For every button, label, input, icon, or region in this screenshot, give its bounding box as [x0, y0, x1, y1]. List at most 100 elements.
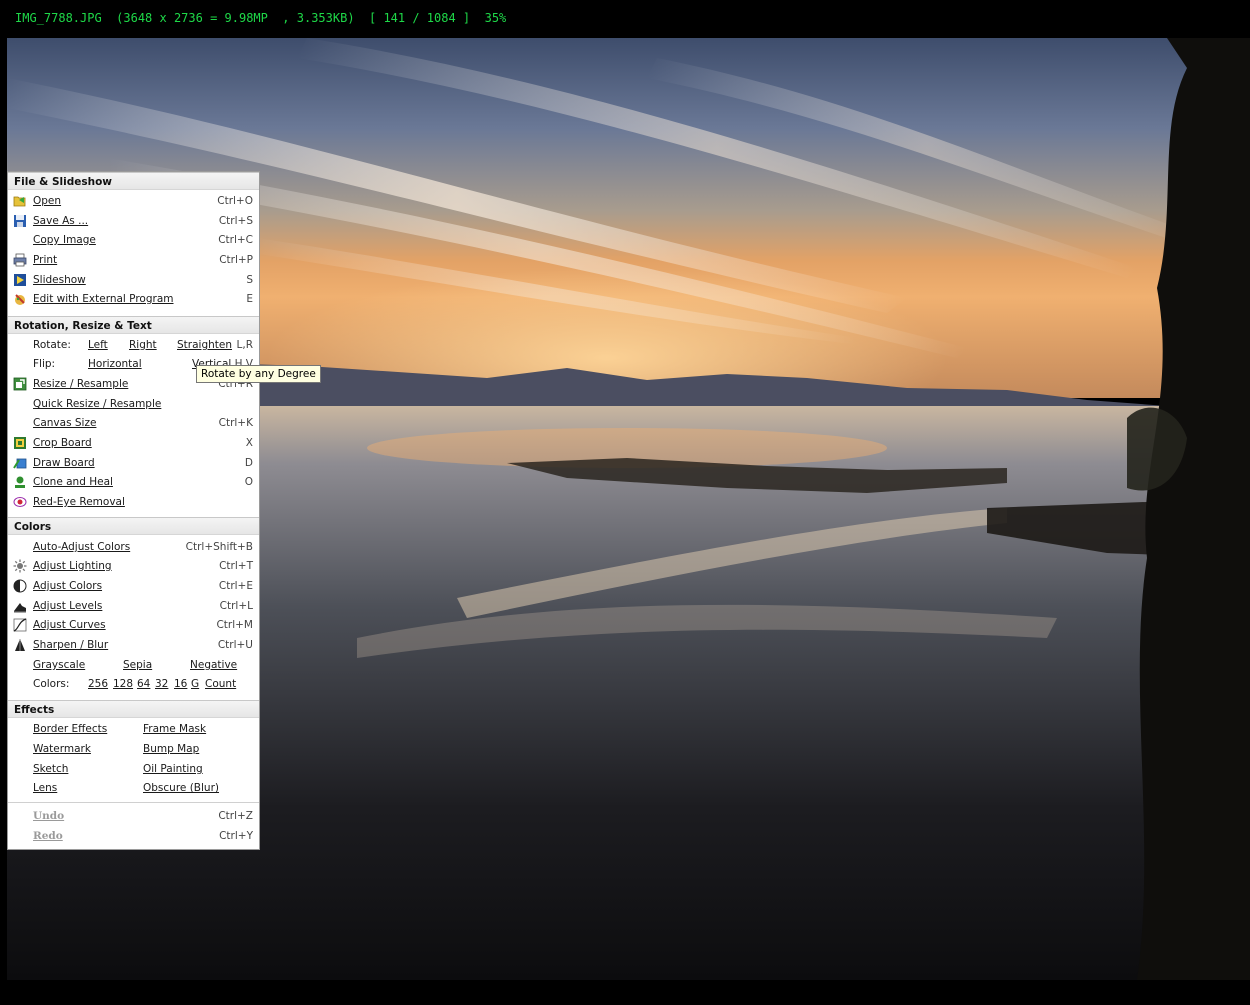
color-depth-128[interactable]: 128 — [113, 678, 133, 690]
shortcut-text: Ctrl+O — [217, 195, 253, 207]
color-depth-grayscale[interactable]: G — [191, 678, 199, 690]
menu-item-save-as[interactable]: Save As ... Ctrl+S — [8, 212, 259, 231]
color-depth-64[interactable]: 64 — [137, 678, 150, 690]
clone-heal-icon — [13, 475, 27, 489]
menu-item-label[interactable]: Sharpen / Blur — [33, 639, 108, 651]
menu-item-label[interactable]: Red-Eye Removal — [33, 496, 125, 508]
color-depth-32[interactable]: 32 — [155, 678, 168, 690]
menu-item-auto-adjust[interactable]: Auto-Adjust Colors Ctrl+Shift+B — [8, 538, 259, 557]
menu-item-label[interactable]: Open — [33, 195, 61, 207]
external-edit-icon — [13, 292, 27, 306]
color-depth-16[interactable]: 16 — [174, 678, 187, 690]
menu-item-label[interactable]: Canvas Size — [33, 417, 96, 429]
menu-item-label[interactable]: Auto-Adjust Colors — [33, 541, 130, 553]
menu-item-label[interactable]: Resize / Resample — [33, 378, 128, 390]
menu-item-label[interactable]: Save As ... — [33, 215, 88, 227]
section-header-rotation: Rotation, Resize & Text — [8, 316, 259, 334]
shortcut-text: Ctrl+T — [219, 560, 253, 572]
shortcut-text: O — [244, 476, 253, 488]
menu-item-open[interactable]: Open Ctrl+O — [8, 192, 259, 211]
menu-item-adjust-colors[interactable]: Adjust Colors Ctrl+E — [8, 577, 259, 596]
shortcut-text: L,R — [236, 339, 253, 351]
sketch-link[interactable]: Sketch — [33, 763, 68, 775]
effects-row: Watermark Bump Map — [8, 740, 259, 759]
menu-item-adjust-curves[interactable]: Adjust Curves Ctrl+M — [8, 616, 259, 635]
shortcut-text: Ctrl+M — [216, 619, 253, 631]
shortcut-text: D — [244, 457, 253, 469]
slideshow-icon — [13, 273, 27, 287]
menu-item-label[interactable]: Print — [33, 254, 57, 266]
draw-board-icon — [13, 456, 27, 470]
color-count-link[interactable]: Count — [205, 678, 236, 690]
bump-map-link[interactable]: Bump Map — [143, 743, 199, 755]
menu-item-red-eye[interactable]: Red-Eye Removal — [8, 493, 259, 512]
menu-item-print[interactable]: Print Ctrl+P — [8, 251, 259, 270]
menu-item-label[interactable]: Edit with External Program — [33, 293, 174, 305]
menu-item-crop-board[interactable]: Crop Board X — [8, 434, 259, 453]
menu-item-label[interactable]: Crop Board — [33, 437, 92, 449]
negative-link[interactable]: Negative — [190, 659, 237, 671]
menu-item-draw-board[interactable]: Draw Board D — [8, 454, 259, 473]
rotate-right-link[interactable]: Right — [129, 339, 157, 351]
menu-item-label[interactable]: Adjust Levels — [33, 600, 102, 612]
printer-icon — [13, 253, 27, 267]
menu-item-edit-external[interactable]: Edit with External Program E — [8, 290, 259, 309]
effects-row: Border Effects Frame Mask — [8, 720, 259, 739]
section-header-colors: Colors — [8, 517, 259, 535]
menu-item-label[interactable]: Clone and Heal — [33, 476, 113, 488]
shortcut-text: Ctrl+S — [218, 215, 253, 227]
rotate-row: Rotate: Left Right Straighten L,R — [8, 336, 259, 355]
grayscale-link[interactable]: Grayscale — [33, 659, 85, 671]
main-menu-panel: File & Slideshow Open Ctrl+O Save As ...… — [7, 171, 260, 850]
shortcut-text: Ctrl+L — [219, 600, 253, 612]
shortcut-text: Ctrl+Y — [219, 830, 253, 842]
color-depth-label: Colors: — [33, 678, 70, 690]
menu-item-label[interactable]: Redo — [33, 830, 63, 842]
menu-item-label[interactable]: Undo — [33, 810, 64, 822]
menu-item-undo[interactable]: Undo Ctrl+Z — [8, 807, 259, 826]
red-eye-icon — [13, 495, 27, 509]
floppy-disk-icon — [13, 214, 27, 228]
oil-painting-link[interactable]: Oil Painting — [143, 763, 203, 775]
menu-item-copy-image[interactable]: Copy Image Ctrl+C — [8, 231, 259, 250]
flip-label: Flip: — [33, 358, 56, 370]
frame-mask-link[interactable]: Frame Mask — [143, 723, 206, 735]
menu-item-label[interactable]: Adjust Lighting — [33, 560, 112, 572]
menu-item-label[interactable]: Adjust Colors — [33, 580, 102, 592]
menu-item-adjust-lighting[interactable]: Adjust Lighting Ctrl+T — [8, 557, 259, 576]
shortcut-text: S — [246, 274, 253, 286]
rotate-label: Rotate: — [33, 339, 71, 351]
menu-item-label[interactable]: Adjust Curves — [33, 619, 106, 631]
image-info-text: IMG_7788.JPG (3648 x 2736 = 9.98MP , 3.3… — [15, 11, 507, 25]
lighting-icon — [13, 559, 27, 573]
menu-item-label[interactable]: Quick Resize / Resample — [33, 398, 161, 410]
border-effects-link[interactable]: Border Effects — [33, 723, 107, 735]
menu-item-label[interactable]: Slideshow — [33, 274, 86, 286]
flip-horizontal-link[interactable]: Horizontal — [88, 358, 142, 370]
menu-item-redo[interactable]: Redo Ctrl+Y — [8, 827, 259, 846]
effects-row: Lens Obscure (Blur) — [8, 779, 259, 798]
shortcut-text: Ctrl+E — [218, 580, 253, 592]
bottom-bar — [0, 980, 1250, 1005]
status-bar: IMG_7788.JPG (3648 x 2736 = 9.98MP , 3.3… — [0, 0, 1250, 38]
straighten-link[interactable]: Straighten — [177, 339, 232, 351]
color-depth-256[interactable]: 256 — [88, 678, 108, 690]
menu-item-label[interactable]: Draw Board — [33, 457, 95, 469]
color-wheel-icon — [13, 579, 27, 593]
color-depth-row: Colors: 256 128 64 32 16 G Count — [8, 675, 259, 694]
lens-link[interactable]: Lens — [33, 782, 57, 794]
resize-icon — [13, 377, 27, 391]
effects-row: Sketch Oil Painting — [8, 760, 259, 779]
sepia-link[interactable]: Sepia — [123, 659, 152, 671]
menu-item-clone-heal[interactable]: Clone and Heal O — [8, 473, 259, 492]
menu-item-quick-resize[interactable]: Quick Resize / Resample — [8, 395, 259, 414]
menu-item-sharpen-blur[interactable]: Sharpen / Blur Ctrl+U — [8, 636, 259, 655]
menu-item-adjust-levels[interactable]: Adjust Levels Ctrl+L — [8, 597, 259, 616]
menu-item-canvas-size[interactable]: Canvas Size Ctrl+K — [8, 414, 259, 433]
rotate-left-link[interactable]: Left — [88, 339, 108, 351]
shortcut-text: Ctrl+P — [219, 254, 253, 266]
watermark-link[interactable]: Watermark — [33, 743, 91, 755]
menu-item-label[interactable]: Copy Image — [33, 234, 96, 246]
menu-item-slideshow[interactable]: Slideshow S — [8, 271, 259, 290]
obscure-blur-link[interactable]: Obscure (Blur) — [143, 782, 219, 794]
